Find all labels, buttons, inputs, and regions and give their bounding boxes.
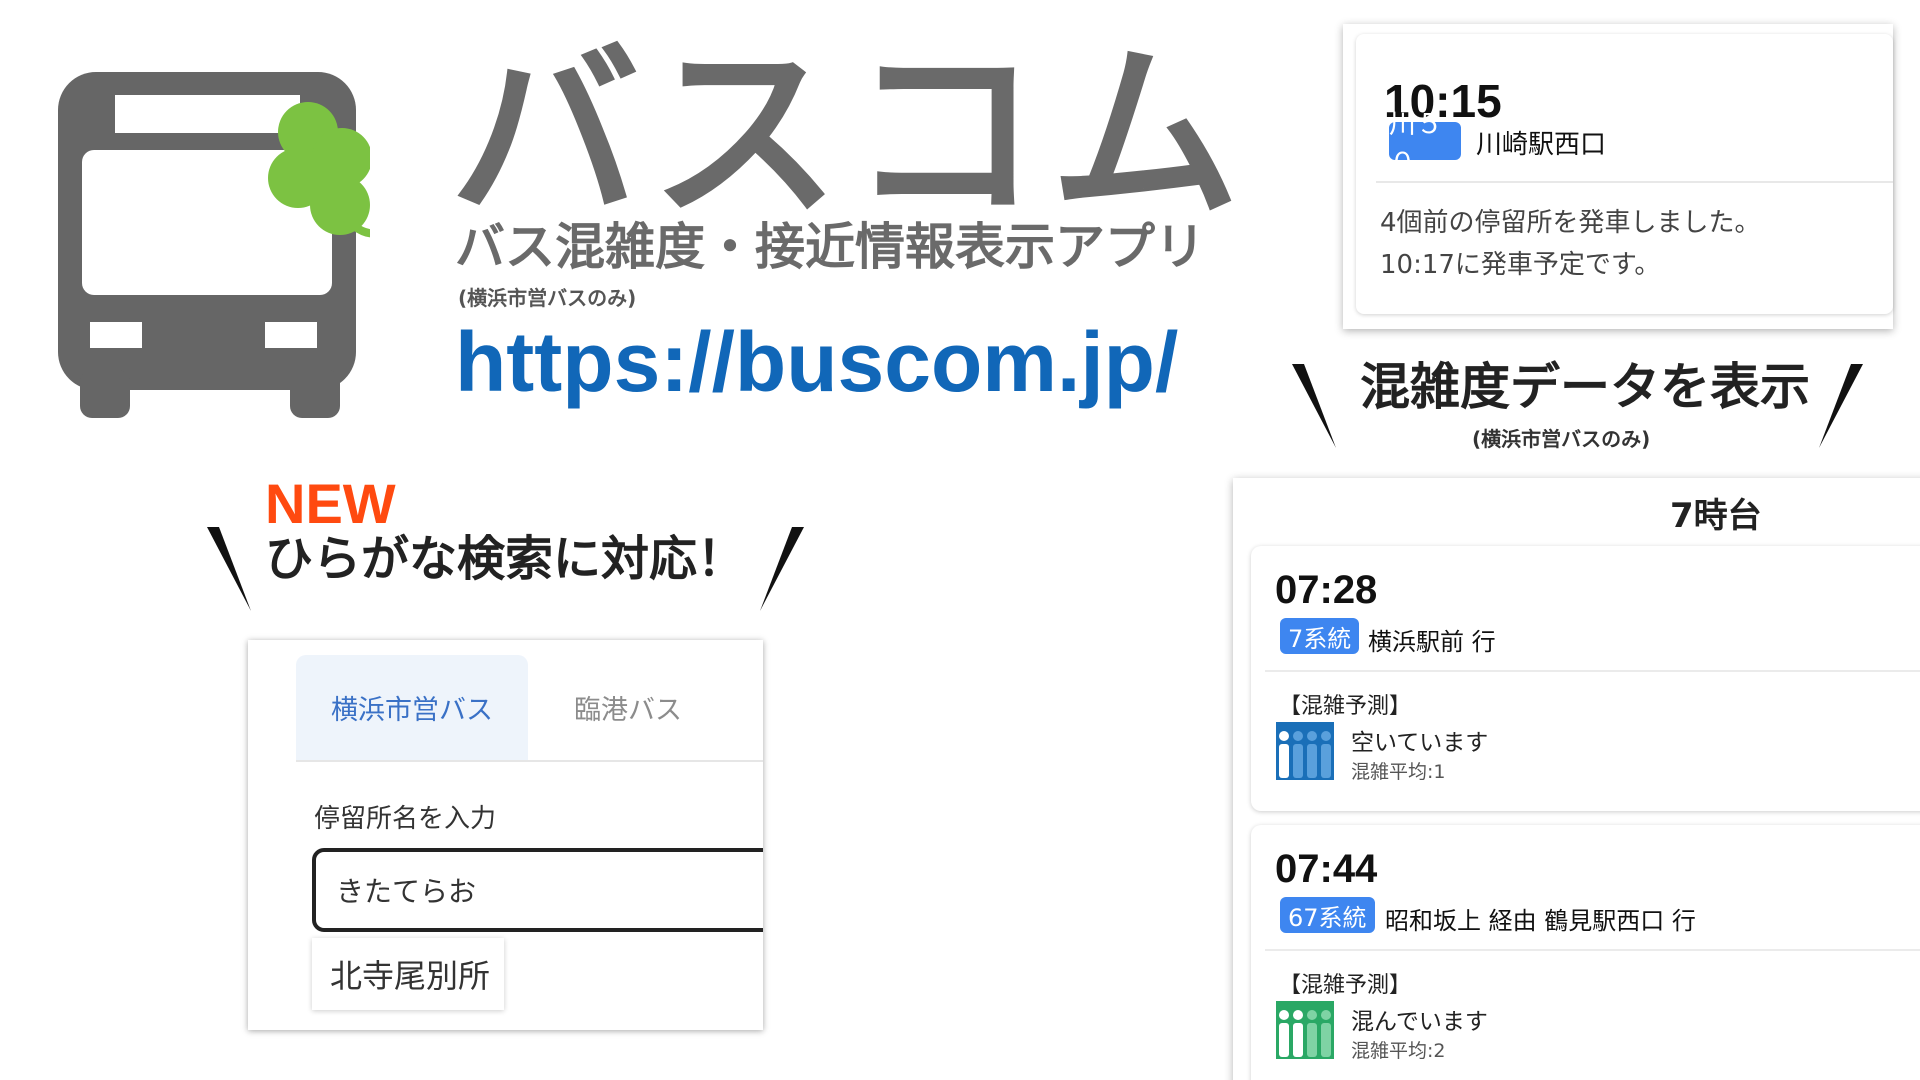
app-subtitle-note: (横浜市営バスのみ)	[458, 286, 637, 310]
bus-logo-icon	[58, 72, 370, 418]
emphasis-slash-left-icon	[1292, 364, 1336, 448]
trip-time: 07:44	[1275, 847, 1378, 891]
route-badge: 7系統	[1280, 618, 1360, 654]
divider	[1376, 181, 1893, 183]
tab-rinko-bus[interactable]: 臨港バス	[528, 655, 728, 760]
congestion-forecast-label: 【混雑予測】	[1279, 973, 1412, 998]
trip-time: 07:28	[1275, 568, 1378, 612]
trip-item[interactable]: 07:28 7系統 横浜駅前 行 【混雑予測】 空いています 混雑平均:1	[1251, 546, 1920, 811]
app-name: バスコム	[450, 24, 1251, 245]
tab-yokohama-municipal-bus[interactable]: 横浜市営バス	[296, 655, 528, 760]
destination: 川崎駅西口	[1476, 130, 1607, 160]
emphasis-slash-right-icon	[1819, 364, 1863, 448]
divider	[1265, 949, 1920, 951]
congestion-status: 混んでいます	[1351, 1009, 1488, 1035]
suggestion-item[interactable]: 北寺尾別所	[312, 938, 504, 1010]
route-badge: 67系統	[1280, 897, 1375, 933]
stop-name-input[interactable]	[312, 848, 763, 932]
emphasis-slash-left-icon	[207, 527, 251, 611]
congestion-status: 空いています	[1351, 730, 1489, 756]
hour-header: 7時台	[1670, 496, 1762, 536]
stop-name-label: 停留所名を入力	[314, 804, 497, 834]
congestion-forecast-label: 【混雑予測】	[1279, 694, 1412, 719]
app-subtitle: バス混雑度・接近情報表示アプリ	[455, 218, 1205, 276]
trip-destination: 昭和坂上 経由 鶴見駅西口 行	[1385, 907, 1696, 935]
trip-destination: 横浜駅前 行	[1368, 628, 1496, 656]
trip-item[interactable]: 07:44 67系統 昭和坂上 経由 鶴見駅西口 行 【混雑予測】 混んでいます…	[1251, 825, 1920, 1080]
congestion-heading: 混雑度データを表示	[1360, 358, 1810, 416]
new-badge: NEW	[265, 472, 396, 535]
approach-info-panel: 10:15 川５０ 川崎駅西口 4個前の停留所を発車しました。 10:17に発車…	[1356, 34, 1893, 314]
divider	[1265, 670, 1920, 672]
stop-search-card: 横浜市営バス 臨港バス 停留所名を入力 北寺尾別所	[248, 640, 763, 1030]
emphasis-slash-right-icon	[760, 527, 804, 611]
app-url-link[interactable]: https://buscom.jp/	[455, 320, 1178, 404]
approach-status-message: 4個前の停留所を発車しました。	[1380, 208, 1761, 238]
congestion-note: (横浜市営バスのみ)	[1472, 427, 1651, 451]
congestion-average: 混雑平均:2	[1351, 1040, 1446, 1062]
crowd-level-busy-icon	[1276, 1001, 1334, 1059]
approach-info-card: 10:15 川５０ 川崎駅西口 4個前の停留所を発車しました。 10:17に発車…	[1343, 24, 1893, 329]
new-feature-text: ひらがな検索に対応！	[265, 531, 746, 587]
timetable-card: 7時台 07:28 7系統 横浜駅前 行 【混雑予測】 空いています 混雑平均:…	[1233, 478, 1920, 1080]
crowd-level-empty-icon	[1276, 722, 1334, 780]
tab-divider	[296, 760, 763, 762]
congestion-average: 混雑平均:1	[1351, 761, 1446, 783]
approach-eta-message: 10:17に発車予定です。	[1380, 250, 1661, 280]
route-badge: 川５０	[1389, 109, 1461, 179]
